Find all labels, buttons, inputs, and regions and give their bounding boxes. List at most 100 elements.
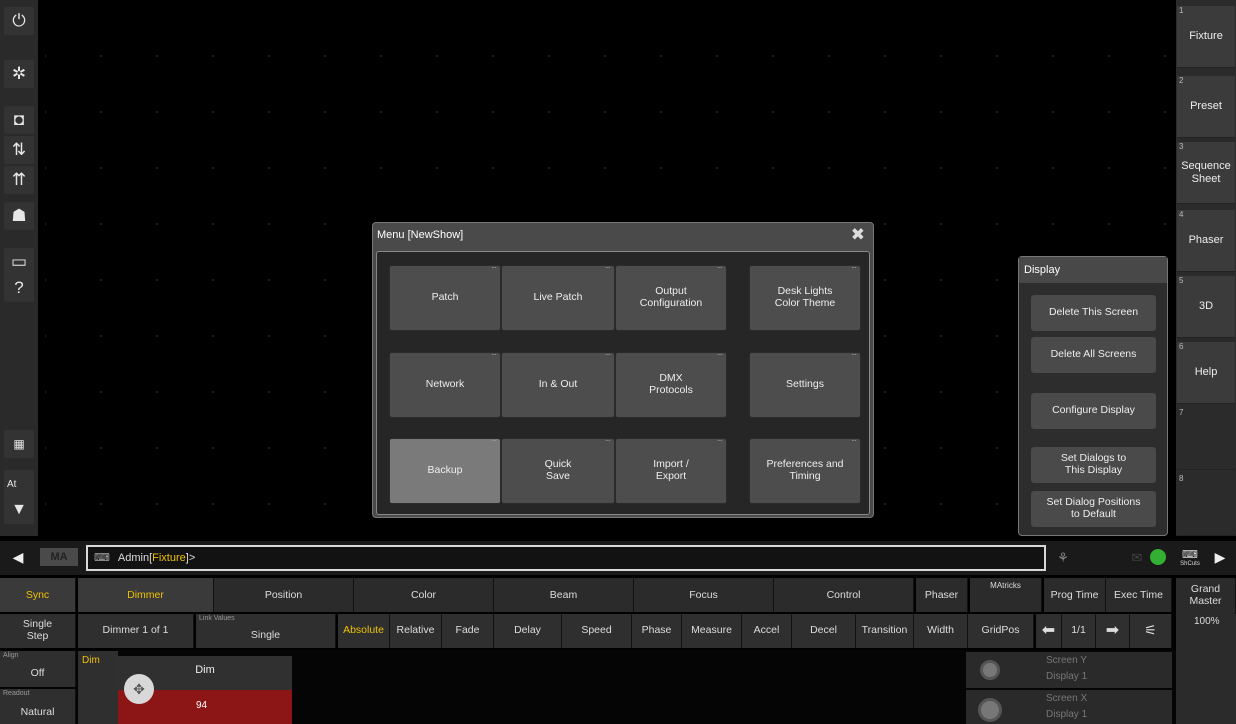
shortcuts-label: ShCuts bbox=[1180, 560, 1200, 567]
set-dialog-positions-default-button[interactable]: Set Dialog Positions to Default bbox=[1031, 491, 1156, 527]
sync-button[interactable]: Sync bbox=[0, 578, 76, 612]
delete-this-screen-button[interactable]: Delete This Screen bbox=[1031, 295, 1156, 331]
link-values-label: Link Values bbox=[199, 615, 235, 622]
menu-button-import-export[interactable]: ··· Import / Export bbox=[615, 436, 727, 504]
encoder-sub: Display 1 bbox=[1046, 671, 1088, 682]
link-values-select[interactable]: Link Values Single bbox=[196, 614, 336, 648]
menu-button-live-patch[interactable]: ··· Live Patch bbox=[501, 263, 615, 331]
power-icon[interactable]: ⏻ bbox=[4, 7, 34, 35]
menu-button-settings[interactable]: ··· Settings bbox=[749, 350, 861, 418]
encoder-knob-icon[interactable] bbox=[978, 698, 1002, 722]
menu-button-in-out[interactable]: ··· In & Out bbox=[501, 350, 615, 418]
keyboard-icon[interactable]: ⌨ bbox=[94, 552, 110, 564]
align-select[interactable]: Align Off bbox=[0, 651, 76, 687]
dimmer-count-button[interactable]: Dimmer 1 of 1 bbox=[78, 614, 194, 648]
menu-button-desk-lights[interactable]: ··· Desk Lights Color Theme bbox=[749, 263, 861, 331]
arrow-left-icon[interactable]: ⬅ bbox=[1036, 614, 1062, 648]
mode-transition[interactable]: Transition bbox=[856, 614, 914, 648]
view-button-fixture[interactable]: 1 Fixture bbox=[1177, 6, 1235, 68]
tab-focus[interactable]: Focus bbox=[634, 578, 774, 612]
dim-tab[interactable]: Dim bbox=[78, 651, 118, 724]
set-dialogs-this-display-button[interactable]: Set Dialogs to This Display bbox=[1031, 447, 1156, 483]
menu-button-output-configuration[interactable]: ··· Output Configuration bbox=[615, 263, 727, 331]
arrow-right-icon[interactable]: ▶ bbox=[1210, 548, 1230, 568]
mode-absolute[interactable]: Absolute bbox=[338, 614, 390, 648]
menu-button-preferences-timing[interactable]: ··· Preferences and Timing bbox=[749, 436, 861, 504]
encoder-knob-icon[interactable] bbox=[980, 660, 1000, 680]
mode-accel[interactable]: Accel bbox=[742, 614, 792, 648]
display-panel-title: Display bbox=[1019, 257, 1167, 283]
readout-select[interactable]: Readout Natural bbox=[0, 689, 76, 724]
view-number: 6 bbox=[1179, 342, 1184, 351]
tab-dimmer[interactable]: Dimmer bbox=[78, 578, 214, 612]
view-label: Fixture bbox=[1189, 30, 1223, 43]
view-number: 8 bbox=[1179, 474, 1184, 483]
tools-icon[interactable]: ⚟ bbox=[1130, 614, 1172, 648]
mode-gridpos[interactable]: GridPos bbox=[968, 614, 1034, 648]
encoder-screen-y[interactable]: Screen Y Display 1 bbox=[966, 652, 1172, 688]
network-icon[interactable]: ⚘ bbox=[1052, 547, 1074, 569]
tab-control[interactable]: Control bbox=[774, 578, 914, 612]
encoder-screen-x[interactable]: Screen X Display 1 bbox=[966, 690, 1172, 724]
menu-button-quick-save[interactable]: ··· Quick Save bbox=[501, 436, 615, 504]
grid-view-icon[interactable]: ▦ bbox=[4, 430, 34, 458]
phaser-button[interactable]: Phaser bbox=[916, 578, 968, 612]
view-button-help[interactable]: 6 Help bbox=[1177, 342, 1235, 404]
view-button-phaser[interactable]: 4 Phaser bbox=[1177, 210, 1235, 272]
matricks-button[interactable]: MAtricks bbox=[970, 578, 1042, 612]
configure-display-button[interactable]: Configure Display bbox=[1031, 393, 1156, 429]
view-button-sequence-sheet[interactable]: 3 Sequence Sheet bbox=[1177, 142, 1235, 204]
user-icon[interactable]: ☗ bbox=[4, 202, 34, 230]
menu-button-network[interactable]: ··· Network bbox=[389, 350, 501, 418]
levels-icon[interactable]: ⇈ bbox=[4, 166, 34, 194]
mail-icon[interactable]: ✉ bbox=[1126, 547, 1148, 569]
view-button-preset[interactable]: 2 Preset bbox=[1177, 76, 1235, 138]
shortcuts-button[interactable]: ⌨ ShCuts bbox=[1178, 545, 1202, 571]
grand-master-value: 100% bbox=[1194, 616, 1220, 627]
mode-delay[interactable]: Delay bbox=[494, 614, 562, 648]
menu-button-label: Network bbox=[425, 378, 465, 391]
filter-icon[interactable]: ▼ bbox=[4, 496, 34, 524]
menu-button-patch[interactable]: ··· Patch bbox=[389, 263, 501, 331]
mode-fade[interactable]: Fade bbox=[442, 614, 494, 648]
arrow-left-icon[interactable]: ◀ bbox=[8, 548, 28, 568]
command-prefix: Admin[ bbox=[117, 552, 153, 564]
settings-icon[interactable]: ✲ bbox=[4, 60, 34, 88]
view-button-8[interactable]: 8 bbox=[1177, 474, 1235, 536]
delete-all-screens-button[interactable]: Delete All Screens bbox=[1031, 337, 1156, 373]
grand-master-fader[interactable] bbox=[1176, 614, 1236, 724]
tab-beam[interactable]: Beam bbox=[494, 578, 634, 612]
view-button-3d[interactable]: 5 3D bbox=[1177, 276, 1235, 338]
tab-color[interactable]: Color bbox=[354, 578, 494, 612]
mode-relative[interactable]: Relative bbox=[390, 614, 442, 648]
view-icon[interactable]: ◘ bbox=[4, 106, 34, 134]
sort-icon[interactable]: ⇅ bbox=[4, 136, 34, 164]
tab-position[interactable]: Position bbox=[214, 578, 354, 612]
grand-master-button[interactable]: Grand Master bbox=[1176, 578, 1236, 614]
view-number: 3 bbox=[1179, 142, 1184, 151]
ma-button[interactable]: MA bbox=[40, 548, 78, 566]
arrow-right-icon[interactable]: ➡ bbox=[1096, 614, 1130, 648]
view-label: Preset bbox=[1190, 100, 1222, 113]
mode-measure[interactable]: Measure bbox=[682, 614, 742, 648]
menu-button-backup[interactable]: ··· Backup bbox=[389, 436, 501, 504]
at-button[interactable]: At bbox=[4, 470, 34, 498]
menu-button-dmx-protocols[interactable]: ··· DMX Protocols bbox=[615, 350, 727, 418]
mode-width[interactable]: Width bbox=[914, 614, 968, 648]
menu-button-label: Settings bbox=[786, 378, 824, 391]
mode-decel[interactable]: Decel bbox=[792, 614, 856, 648]
close-icon[interactable]: ✖ bbox=[851, 225, 865, 245]
mode-phase[interactable]: Phase bbox=[632, 614, 682, 648]
command-line-input[interactable]: ⌨ Admin[Fixture]> bbox=[86, 545, 1046, 571]
encoder-knob-icon[interactable]: ✥ bbox=[124, 674, 154, 704]
mode-speed[interactable]: Speed bbox=[562, 614, 632, 648]
exec-time-button[interactable]: Exec Time bbox=[1106, 578, 1172, 612]
view-button-7[interactable]: 7 bbox=[1177, 408, 1235, 470]
single-step-button[interactable]: Single Step bbox=[0, 614, 76, 648]
help-icon[interactable]: ? bbox=[4, 274, 34, 302]
encoder-sub: Display 1 bbox=[1046, 709, 1088, 720]
menu-button-label: Quick Save bbox=[544, 458, 572, 482]
monitor-icon[interactable]: ▭ bbox=[4, 248, 34, 276]
globe-icon[interactable] bbox=[1150, 549, 1166, 565]
prog-time-button[interactable]: Prog Time bbox=[1044, 578, 1106, 612]
